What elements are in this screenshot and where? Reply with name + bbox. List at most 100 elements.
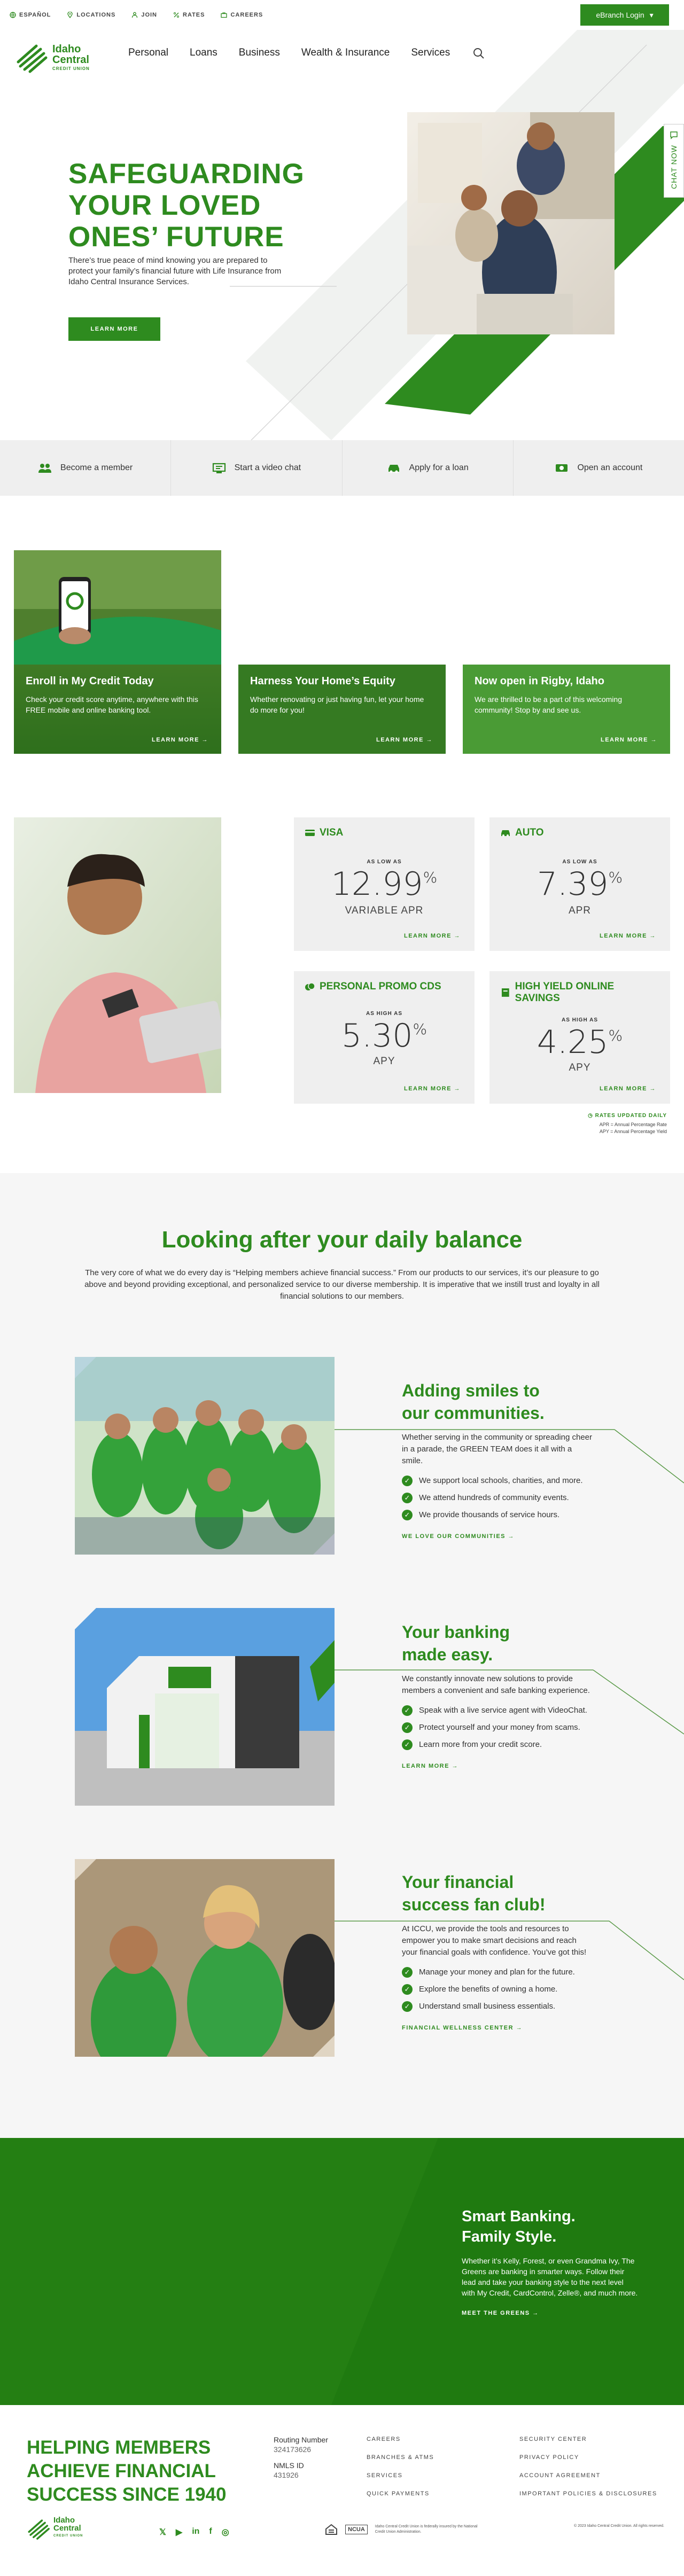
we-love-communities-link[interactable]: WE LOVE OUR COMMUNITIES →: [402, 1533, 594, 1540]
arrow-right-icon: →: [454, 1086, 461, 1092]
promo-phone-hammock-photo: [14, 550, 221, 665]
footer-link-services[interactable]: SERVICES: [367, 2472, 402, 2479]
checklist-item: ✓ Manage your money and plan for the futu…: [402, 1967, 594, 1978]
hero-learn-more-button[interactable]: LEARN MORE: [68, 317, 160, 341]
video-chat-icon: [212, 463, 226, 473]
branch-building-photo: [75, 1608, 335, 1806]
feature-checklist: ✓ Speak with a live service agent with Vi…: [402, 1705, 594, 1750]
rate-value: 4.25: [537, 1024, 609, 1061]
cash-icon: [556, 464, 568, 472]
rate-card-promo-cds: PERSONAL PROMO CDS AS HIGH AS 5.30% APY …: [294, 971, 475, 1104]
car-icon: [388, 465, 399, 473]
globe-icon: [10, 12, 16, 18]
financial-wellness-link[interactable]: FINANCIAL WELLNESS CENTER →: [402, 2025, 594, 2031]
instagram-icon[interactable]: ◎: [222, 2527, 229, 2538]
briefcase-icon: [221, 12, 228, 18]
savings-book-icon: [501, 988, 509, 997]
footer-links-col1: CAREERS BRANCHES & ATMS SERVICES QUICK P…: [367, 2436, 434, 2509]
chat-now-tab[interactable]: CHAT NOW: [664, 124, 684, 198]
arrow-right-icon: →: [454, 933, 461, 939]
checkmark-icon: ✓: [402, 1493, 413, 1503]
logo-mark-icon: [28, 2519, 50, 2540]
footer-link-branches[interactable]: BRANCHES & ATMS: [367, 2454, 434, 2461]
footer: HELPING MEMBERS ACHIEVE FINANCIAL SUCCES…: [0, 2405, 684, 2576]
utility-link-join[interactable]: JOIN: [131, 12, 157, 18]
arrow-right-icon: →: [650, 737, 657, 743]
arrow-right-icon: →: [649, 1086, 656, 1092]
hero-title: SAFEGUARDING YOUR LOVED ONES’ FUTURE: [68, 158, 305, 253]
percent-sign: %: [608, 1027, 623, 1044]
utility-link-locations[interactable]: LOCATIONS: [67, 12, 115, 18]
promo-learn-more-link[interactable]: LEARN MORE →: [152, 737, 208, 743]
hero-text: There’s true peace of mind knowing you a…: [68, 256, 282, 286]
checkmark-icon: ✓: [402, 1739, 413, 1750]
footer-link-privacy[interactable]: PRIVACY POLICY: [519, 2454, 579, 2461]
rates-note: ◷ RATES UPDATED DAILY APR = Annual Perce…: [588, 1113, 667, 1134]
checklist-item: ✓ Explore the benefits of owning a home.: [402, 1984, 594, 1995]
person-icon: [132, 12, 138, 18]
feature-banking-easy: Your banking made easy. We constantly inn…: [402, 1621, 594, 1769]
youtube-icon[interactable]: ▶: [176, 2527, 182, 2538]
twitter-icon[interactable]: 𝕏: [159, 2527, 166, 2538]
footer-links-col2: SECURITY CENTER PRIVACY POLICY ACCOUNT A…: [519, 2436, 657, 2509]
checkmark-icon: ✓: [402, 1476, 413, 1486]
feature-title: Adding smiles to our communities.: [402, 1381, 545, 1423]
utility-link-espanol[interactable]: ESPAÑOL: [10, 12, 51, 18]
ncua-badge: NCUA: [345, 2525, 368, 2534]
checkmark-icon: ✓: [402, 1722, 413, 1733]
feature-community: Adding smiles to our communities. Whether…: [402, 1379, 594, 1540]
arrow-right-icon: →: [649, 933, 656, 939]
feature-checklist: ✓ We support local schools, charities, an…: [402, 1476, 594, 1520]
promo-card-rigby[interactable]: Now open in Rigby, Idaho We are thrilled…: [463, 665, 670, 754]
footer-link-careers[interactable]: CAREERS: [367, 2436, 401, 2442]
footer-link-disclosures[interactable]: IMPORTANT POLICIES & DISCLOSURES: [519, 2491, 657, 2497]
rate-learn-more-link[interactable]: LEARN MORE →: [600, 1086, 656, 1092]
smart-banking-section: Smart Banking. Family Style. Whether it’s…: [0, 2138, 684, 2405]
quick-open-account[interactable]: Open an account: [514, 440, 684, 496]
rate-learn-more-link[interactable]: LEARN MORE →: [404, 1086, 461, 1092]
checklist-item: ✓ Understand small business essentials.: [402, 2001, 594, 2012]
checkmark-icon: ✓: [402, 1510, 413, 1520]
footer-link-security[interactable]: SECURITY CENTER: [519, 2436, 587, 2442]
promo-learn-more-link[interactable]: LEARN MORE →: [601, 737, 657, 743]
chevron-down-icon: ▾: [649, 10, 654, 19]
utility-link-rates[interactable]: RATES: [173, 12, 205, 18]
credit-card-icon: [305, 830, 315, 836]
promo-card-home-equity[interactable]: Harness Your Home’s Equity Whether renov…: [238, 665, 446, 754]
utility-link-careers[interactable]: CAREERS: [221, 12, 263, 18]
checkmark-icon: ✓: [402, 1967, 413, 1978]
promo-learn-more-link[interactable]: LEARN MORE →: [376, 737, 433, 743]
percent-icon: [174, 12, 180, 18]
ebranch-login-button[interactable]: eBranch Login ▾: [580, 4, 669, 26]
linkedin-icon[interactable]: in: [192, 2527, 199, 2538]
feature-title: Your financial success fan club!: [402, 1872, 546, 1914]
hero-family-photo: [407, 112, 615, 334]
footer-link-quick-payments[interactable]: QUICK PAYMENTS: [367, 2491, 430, 2497]
footer-link-account-agreement[interactable]: ACCOUNT AGREEMENT: [519, 2472, 601, 2479]
checkmark-icon: ✓: [402, 1705, 413, 1716]
copyright: © 2023 Idaho Central Credit Union. All r…: [574, 2524, 664, 2528]
location-pin-icon: [67, 12, 73, 18]
promo-card-my-credit[interactable]: Enroll in My Credit Today Check your cre…: [14, 665, 221, 754]
car-icon: [501, 830, 510, 837]
quick-actions-bar: Become a member Start a video chat Apply…: [0, 440, 684, 496]
rate-value: 12.99: [331, 865, 423, 903]
checklist-item: ✓ We attend hundreds of community events.: [402, 1493, 594, 1503]
feature-title: Your banking made easy.: [402, 1622, 510, 1664]
banking-learn-more-link[interactable]: LEARN MORE →: [402, 1763, 594, 1769]
people-icon: [38, 464, 52, 473]
rate-card-auto: AUTO AS LOW AS 7.39% APR LEARN MORE →: [489, 817, 670, 951]
percent-sign: %: [413, 1020, 428, 1038]
meet-the-greens-link[interactable]: MEET THE GREENS →: [462, 2310, 638, 2316]
quick-become-member[interactable]: Become a member: [0, 440, 172, 496]
footer-logo[interactable]: Idaho Central CREDIT UNION: [27, 2516, 83, 2540]
quick-apply-loan[interactable]: Apply for a loan: [343, 440, 514, 496]
quick-video-chat[interactable]: Start a video chat: [171, 440, 343, 496]
feature-checklist: ✓ Manage your money and plan for the futu…: [402, 1967, 594, 2012]
rate-learn-more-link[interactable]: LEARN MORE →: [404, 933, 461, 939]
clock-icon: ◷: [588, 1113, 593, 1119]
smart-banking-title: Smart Banking. Family Style.: [462, 2208, 576, 2245]
rate-learn-more-link[interactable]: LEARN MORE →: [600, 933, 656, 939]
rate-value: 5.30: [341, 1017, 413, 1055]
facebook-icon[interactable]: f: [209, 2527, 212, 2538]
